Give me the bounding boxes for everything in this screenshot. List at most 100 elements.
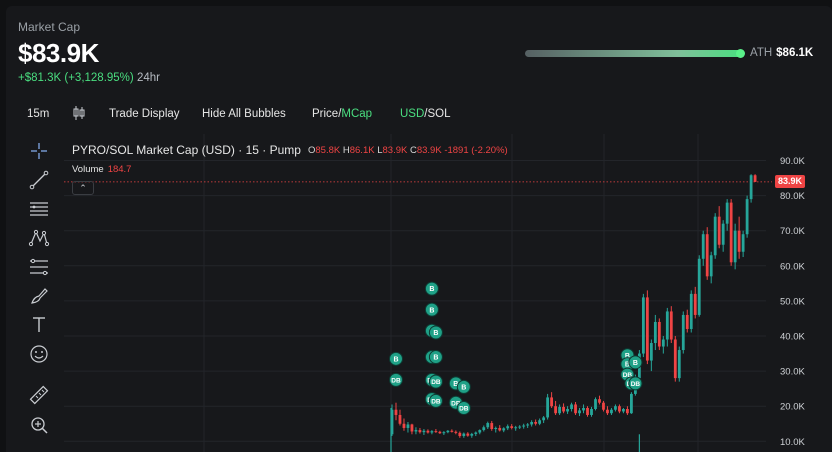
candle-body bbox=[705, 234, 709, 277]
candle-body bbox=[438, 431, 442, 434]
candle-body bbox=[749, 175, 753, 200]
y-tick-label: 30.0K bbox=[780, 367, 805, 378]
trade-display-button[interactable]: Trade Display bbox=[109, 108, 180, 120]
chart-toolbar: 15m Trade Display Hide All Bubbles Price… bbox=[6, 104, 832, 126]
zoom-in-icon[interactable] bbox=[28, 414, 50, 436]
y-tick-label: 90.0K bbox=[780, 156, 805, 167]
candle-body bbox=[721, 223, 725, 245]
interval-selector[interactable]: 15m bbox=[27, 108, 49, 120]
candle-body bbox=[701, 234, 705, 259]
candle-body bbox=[542, 417, 546, 421]
chart-title: PYRO/SOL Market Cap (USD) · 15 · Pump bbox=[72, 143, 301, 157]
candle-body bbox=[458, 432, 462, 437]
candle-body bbox=[430, 431, 434, 433]
measure-lines-icon[interactable] bbox=[28, 256, 50, 278]
pattern-icon[interactable] bbox=[28, 227, 50, 249]
ath-progress-dot bbox=[736, 49, 745, 58]
y-tick-label: 80.0K bbox=[780, 191, 805, 202]
candle-body bbox=[653, 321, 657, 344]
trade-bubble-label: DB bbox=[391, 377, 401, 384]
change-value: -1891 bbox=[444, 145, 469, 156]
candle-body bbox=[737, 230, 741, 252]
candle-body bbox=[586, 407, 589, 415]
ath-label: ATH bbox=[750, 47, 773, 59]
candle-body bbox=[685, 314, 689, 329]
candle-body bbox=[725, 202, 729, 224]
candle-body bbox=[414, 430, 418, 432]
candle-body bbox=[546, 397, 550, 418]
collapse-legend-button[interactable]: ⌃ bbox=[72, 181, 94, 195]
emoji-icon[interactable] bbox=[28, 343, 50, 365]
y-tick-label: 50.0K bbox=[780, 296, 805, 307]
candle-body bbox=[673, 339, 677, 379]
trade-bubble-label: DB bbox=[431, 399, 441, 406]
candle-body bbox=[697, 258, 701, 315]
ruler-icon[interactable] bbox=[28, 384, 50, 406]
trade-bubble-label: B bbox=[461, 384, 466, 391]
candle-body bbox=[494, 427, 498, 430]
candle-body bbox=[649, 343, 653, 361]
high-value: 86.1K bbox=[349, 145, 375, 156]
candle-body bbox=[745, 199, 749, 235]
market-cap-value: $83.9K bbox=[18, 38, 99, 68]
trend-line-icon[interactable] bbox=[28, 169, 50, 191]
change-period: 24hr bbox=[136, 72, 160, 84]
market-cap-label: Market Cap bbox=[18, 20, 81, 34]
price-chart[interactable]: 90.0K 80.0K 70.0K 60.0K 50.0K 40.0K 30.0K 20.0K… bbox=[64, 134, 832, 452]
usd-sol-toggle[interactable]: USD/SOL bbox=[400, 108, 451, 120]
price-mcap-toggle[interactable]: Price/MCap bbox=[312, 108, 372, 120]
price-option: Price bbox=[312, 108, 339, 120]
trade-bubble-label: DB bbox=[459, 406, 469, 413]
trade-bubble-label: DB bbox=[631, 381, 641, 388]
hide-bubbles-button[interactable]: Hide All Bubbles bbox=[202, 108, 286, 120]
change-percent: (+3,128.95%) bbox=[64, 72, 134, 84]
low-value: 83.9K bbox=[382, 145, 408, 156]
candle-body bbox=[594, 399, 597, 410]
crosshair-icon[interactable] bbox=[28, 140, 50, 162]
y-tick-label: 60.0K bbox=[780, 261, 805, 272]
candle-body bbox=[462, 433, 466, 437]
candle-body bbox=[598, 399, 601, 403]
text-icon[interactable] bbox=[28, 314, 50, 336]
usd-option: USD bbox=[400, 108, 425, 120]
candle-body bbox=[717, 216, 721, 245]
last-price-tag: 83.9K bbox=[775, 175, 805, 189]
candle-body bbox=[622, 409, 625, 412]
candle-body bbox=[394, 409, 398, 415]
candle-body bbox=[709, 255, 713, 277]
candle-body bbox=[470, 433, 474, 436]
candle-body bbox=[610, 409, 613, 414]
open-value: 85.8K bbox=[315, 145, 341, 156]
chart-panel: Market Cap $83.9K +$81.3K (+3,128.95%) 2… bbox=[6, 6, 832, 452]
candle-type-icon[interactable] bbox=[72, 105, 86, 124]
candle-body bbox=[689, 293, 693, 329]
candle-body bbox=[645, 297, 649, 361]
candle-body bbox=[669, 311, 673, 340]
candle-body bbox=[582, 407, 585, 411]
candle-body bbox=[474, 432, 478, 434]
change-absolute: +$81.3K bbox=[18, 72, 62, 84]
candle-body bbox=[442, 432, 446, 434]
candle-body bbox=[478, 430, 482, 433]
horizontal-lines-icon[interactable] bbox=[28, 198, 50, 220]
candle-body bbox=[661, 339, 665, 347]
candle-body bbox=[514, 427, 518, 429]
candle-body bbox=[534, 421, 538, 424]
candle-body bbox=[486, 423, 490, 428]
candle-body bbox=[602, 402, 605, 410]
y-tick-label: 20.0K bbox=[780, 402, 805, 413]
y-tick-label: 40.0K bbox=[780, 332, 805, 343]
candle-body bbox=[753, 175, 757, 182]
candle-body bbox=[665, 311, 669, 340]
candle-body bbox=[641, 297, 645, 354]
candle-body bbox=[490, 423, 494, 430]
trade-bubble-label: DB bbox=[431, 379, 441, 386]
close-value: 83.9K bbox=[416, 145, 442, 156]
candle-body bbox=[590, 409, 593, 415]
trade-bubble-label: B bbox=[433, 355, 438, 362]
candle-body bbox=[454, 431, 458, 433]
trade-bubble-label: B bbox=[429, 286, 434, 293]
candle-body bbox=[398, 414, 402, 424]
brush-icon[interactable] bbox=[28, 285, 50, 307]
candlestick-chart[interactable]: 90.0K 80.0K 70.0K 60.0K 50.0K 40.0K 30.0K 20.0K… bbox=[64, 134, 832, 452]
